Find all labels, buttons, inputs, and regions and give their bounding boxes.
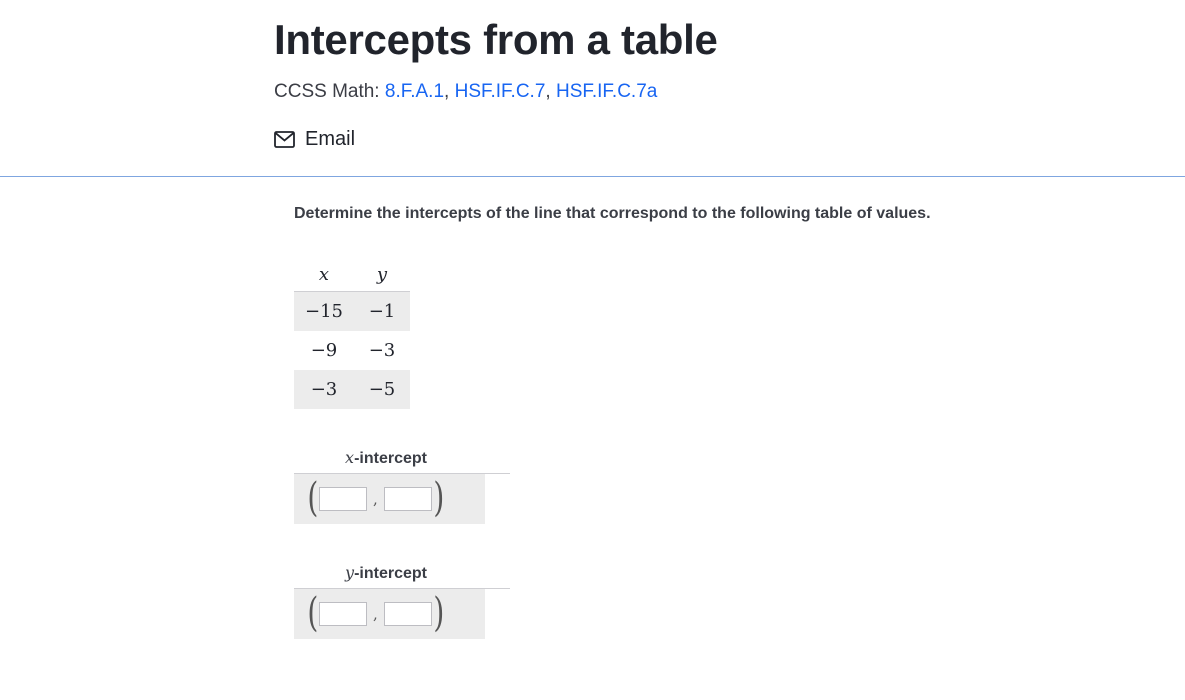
y-intercept-block: y-intercept ( , ) xyxy=(294,556,510,639)
table-cell-y: −3 xyxy=(368,340,396,361)
envelope-icon xyxy=(274,131,295,148)
y-variable: y xyxy=(345,563,355,582)
standard-link-8-f-a-1[interactable]: 8.F.A.1 xyxy=(385,81,444,102)
open-paren: ( xyxy=(307,475,319,521)
comma: , xyxy=(373,605,378,623)
standard-link-hsf-if-c-7[interactable]: HSF.IF.C.7 xyxy=(455,81,546,102)
y-intercept-answer: ( , ) xyxy=(294,589,485,639)
table-row: −3 −5 xyxy=(294,370,410,409)
y-intercept-suffix: -intercept xyxy=(354,565,427,582)
table-header-y: y xyxy=(354,257,410,292)
standards-separator: , xyxy=(444,81,455,102)
x-intercept-suffix: -intercept xyxy=(354,450,427,467)
table-row: −9 −3 xyxy=(294,331,410,370)
close-paren: ) xyxy=(433,590,445,636)
open-paren: ( xyxy=(307,590,319,636)
table-cell-x: −9 xyxy=(310,340,338,361)
close-paren: ) xyxy=(433,475,445,521)
x-intercept-label: x-intercept xyxy=(294,441,510,474)
x-intercept-x-input[interactable] xyxy=(319,487,367,511)
table-cell-y: −1 xyxy=(354,291,410,331)
email-button[interactable]: Email xyxy=(274,128,355,151)
question-prompt: Determine the intercepts of the line tha… xyxy=(294,205,931,222)
y-intercept-label: y-intercept xyxy=(294,556,510,589)
ccss-standards: CCSS Math: 8.F.A.1, HSF.IF.C.7, HSF.IF.C… xyxy=(274,81,657,103)
table-cell-x: −3 xyxy=(294,370,354,409)
x-intercept-block: x-intercept ( , ) xyxy=(294,441,510,524)
y-intercept-x-input[interactable] xyxy=(319,602,367,626)
x-intercept-answer: ( , ) xyxy=(294,474,485,524)
page-title: Intercepts from a table xyxy=(274,16,718,63)
table-header-x: x xyxy=(294,257,354,292)
ccss-prefix: CCSS Math: xyxy=(274,81,385,102)
header-divider xyxy=(0,176,1185,177)
table-row: −15 −1 xyxy=(294,291,410,331)
standards-separator: , xyxy=(545,81,556,102)
x-intercept-y-input[interactable] xyxy=(384,487,432,511)
comma: , xyxy=(373,490,378,508)
email-label: Email xyxy=(305,128,356,150)
standard-link-hsf-if-c-7a[interactable]: HSF.IF.C.7a xyxy=(556,81,657,102)
y-intercept-y-input[interactable] xyxy=(384,602,432,626)
table-cell-y: −5 xyxy=(354,370,410,409)
x-variable: x xyxy=(345,448,355,467)
values-table: x y −15 −1 −9 −3 −3 −5 xyxy=(294,257,410,409)
table-cell-x: −15 xyxy=(294,291,354,331)
